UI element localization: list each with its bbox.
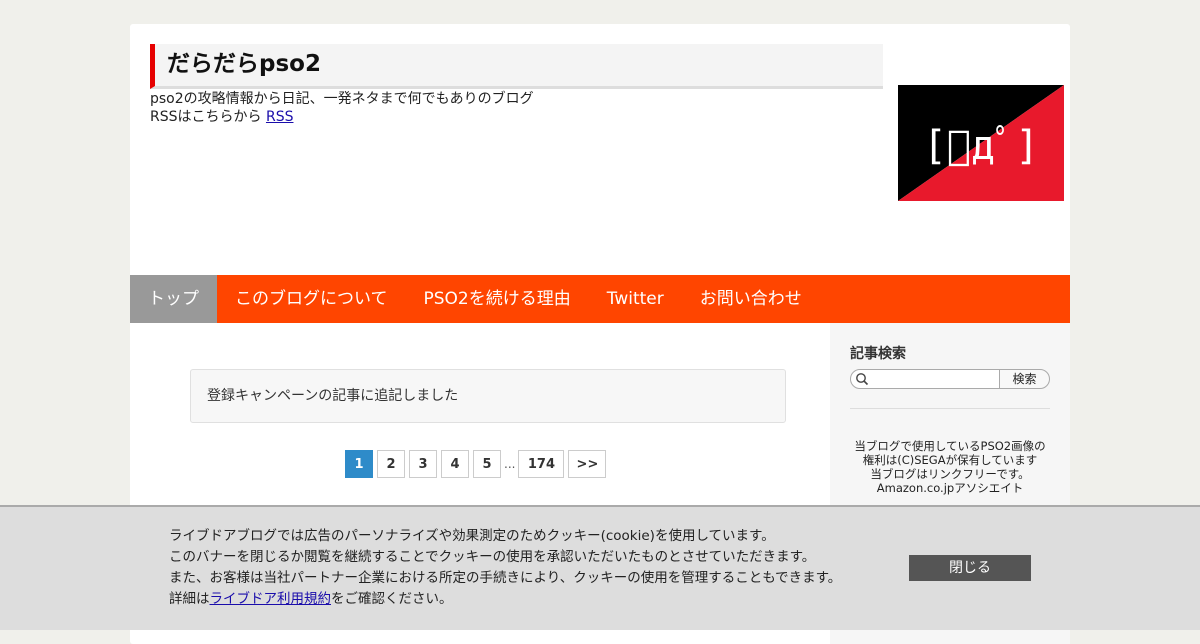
pagination: 1 2 3 4 5 ... 174 >> bbox=[345, 449, 610, 479]
sidebar-info: 当ブログで使用しているPSO2画像の 権利は(C)SEGAが保有しています 当ブ… bbox=[830, 439, 1070, 495]
cookie-text: ライブドアブログでは広告のパーソナライズや効果測定のためクッキー(cookie)… bbox=[169, 526, 841, 610]
search-heading: 記事検索 bbox=[850, 346, 906, 362]
cookie-close-button[interactable]: 閉じる bbox=[909, 555, 1031, 581]
nav-item-reason[interactable]: PSO2を続ける理由 bbox=[406, 275, 589, 323]
nav-item-top[interactable]: トップ bbox=[130, 275, 217, 323]
nav-item-contact[interactable]: お問い合わせ bbox=[682, 275, 820, 323]
page-next-button[interactable]: >> bbox=[568, 450, 607, 478]
page-2-button[interactable]: 2 bbox=[377, 450, 405, 478]
blog-title-link[interactable]: だらだらpso2 bbox=[167, 51, 321, 77]
title-bar: だらだらpso2 bbox=[150, 44, 883, 89]
cookie-line-3: また、お客様は当社パートナー企業における所定の手続きにより、クッキーの使用を管理… bbox=[169, 570, 842, 586]
main-nav: トップ このブログについて PSO2を続ける理由 Twitter お問い合わせ bbox=[130, 275, 1070, 323]
cookie-line-2: このバナーを閉じるか閲覧を継続することでクッキーの使用を承認いただいたものとさせ… bbox=[169, 549, 816, 565]
page-5-button[interactable]: 5 bbox=[473, 450, 501, 478]
logo-face-text: [ﾟдﾟ] bbox=[923, 123, 1039, 169]
page-1-button[interactable]: 1 bbox=[345, 450, 373, 478]
page-4-button[interactable]: 4 bbox=[441, 450, 469, 478]
cookie-line-4-prefix: 詳細は bbox=[169, 591, 210, 607]
logo-image: [ﾟдﾟ] bbox=[898, 85, 1064, 201]
cookie-line-1: ライブドアブログでは広告のパーソナライズや効果測定のためクッキー(cookie)… bbox=[169, 528, 775, 544]
search-input[interactable] bbox=[871, 371, 993, 387]
sidebar-info-line: Amazon.co.jpアソシエイト bbox=[876, 481, 1024, 495]
rss-line: RSSはこちらから RSS bbox=[150, 108, 293, 126]
search-icon bbox=[856, 373, 869, 386]
page-last-button[interactable]: 174 bbox=[518, 450, 565, 478]
blog-tagline: pso2の攻略情報から日記、一発ネタまで何でもありのブログ bbox=[150, 91, 534, 107]
cookie-banner: ライブドアブログでは広告のパーソナライズや効果測定のためクッキー(cookie)… bbox=[0, 505, 1200, 630]
sidebar-info-line: 当ブログはリンクフリーです。 bbox=[870, 467, 1030, 481]
rss-link[interactable]: RSS bbox=[266, 109, 294, 125]
search-button[interactable]: 検索 bbox=[999, 369, 1050, 389]
sidebar-info-line: 権利は(C)SEGAが保有しています bbox=[862, 453, 1038, 467]
cookie-line-4: 詳細はライブドア利用規約をご確認ください。 bbox=[169, 589, 841, 610]
terms-link[interactable]: ライブドア利用規約 bbox=[210, 591, 332, 607]
search-box[interactable] bbox=[850, 369, 1000, 389]
notice-box: 登録キャンペーンの記事に追記しました bbox=[190, 369, 786, 423]
rss-prefix: RSSはこちらから bbox=[150, 109, 262, 125]
page-3-button[interactable]: 3 bbox=[409, 450, 437, 478]
sidebar-divider bbox=[850, 408, 1050, 409]
nav-item-about[interactable]: このブログについて bbox=[217, 275, 406, 323]
pagination-ellipsis: ... bbox=[504, 457, 516, 471]
cookie-line-4-suffix: をご確認ください。 bbox=[331, 591, 453, 607]
nav-item-twitter[interactable]: Twitter bbox=[589, 275, 682, 323]
blog-logo[interactable]: [ﾟдﾟ] bbox=[898, 85, 1064, 201]
sidebar-info-line: 当ブログで使用しているPSO2画像の bbox=[854, 439, 1046, 453]
